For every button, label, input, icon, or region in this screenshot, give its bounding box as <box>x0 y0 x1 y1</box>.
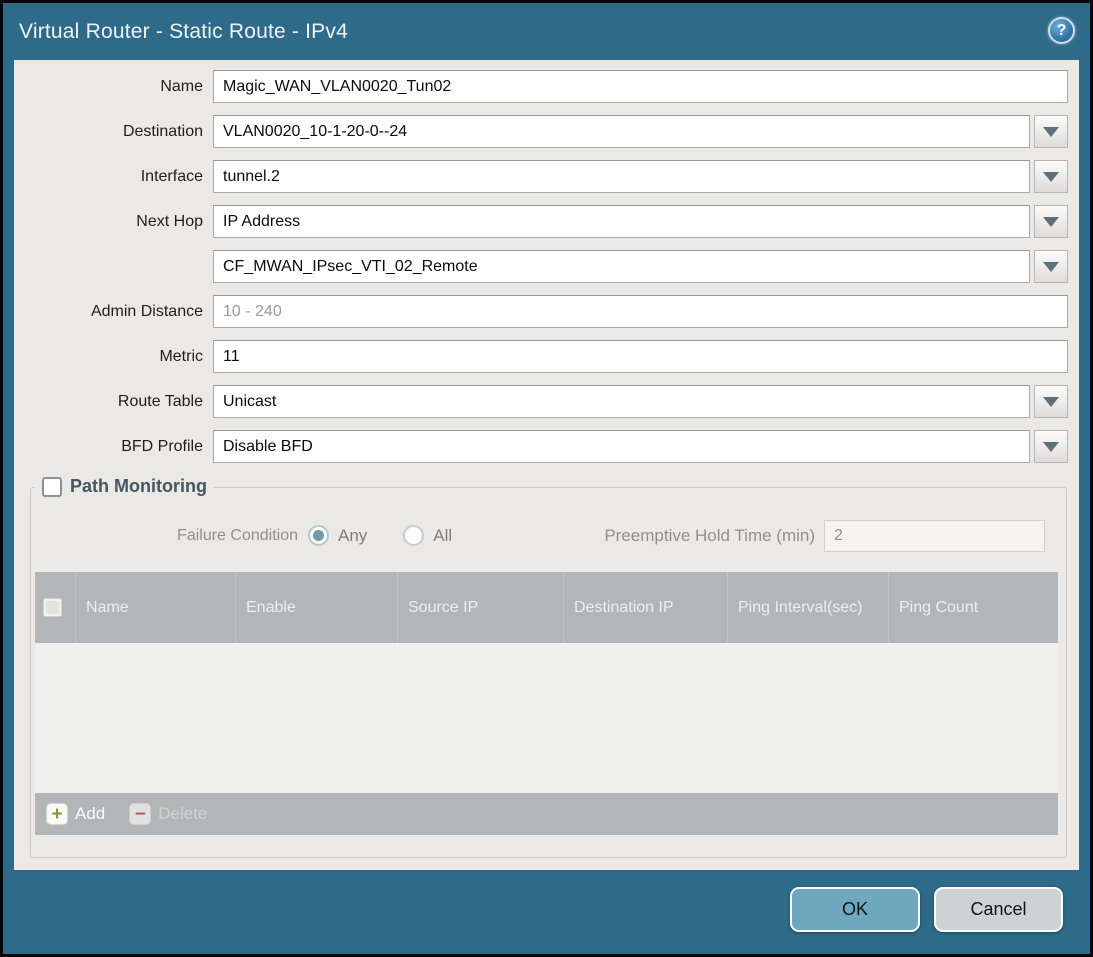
column-header-name[interactable]: Name <box>75 572 235 643</box>
name-label: Name <box>14 78 213 96</box>
bfd-profile-dropdown-button[interactable] <box>1034 430 1068 463</box>
table-toolbar: + Add − Delete <box>35 793 1058 835</box>
destination-label: Destination <box>14 123 213 141</box>
add-button-label: Add <box>75 804 105 824</box>
help-icon[interactable]: ? <box>1048 17 1075 44</box>
chevron-down-icon <box>1043 172 1059 182</box>
delete-button[interactable]: − Delete <box>129 803 207 825</box>
next-hop-address-dropdown-button[interactable] <box>1034 250 1068 283</box>
interface-dropdown-button[interactable] <box>1034 160 1068 193</box>
column-header-source-ip[interactable]: Source IP <box>397 572 563 643</box>
form-row-bfd-profile: BFD Profile <box>14 430 1068 463</box>
next-hop-type-dropdown-button[interactable] <box>1034 205 1068 238</box>
path-monitoring-title: Path Monitoring <box>70 476 207 497</box>
next-hop-address-input[interactable] <box>213 250 1030 283</box>
form-row-next-hop: Next Hop <box>14 205 1068 238</box>
select-all-checkbox[interactable] <box>43 598 62 617</box>
route-table-dropdown-button[interactable] <box>1034 385 1068 418</box>
delete-button-label: Delete <box>158 804 207 824</box>
chevron-down-icon <box>1043 127 1059 137</box>
failure-condition-row: Failure Condition Any All Preemptive Hol… <box>31 519 1066 552</box>
chevron-down-icon <box>1043 262 1059 272</box>
metric-label: Metric <box>14 348 213 366</box>
ok-button[interactable]: OK <box>790 887 920 932</box>
cancel-button[interactable]: Cancel <box>934 887 1063 932</box>
failure-condition-label: Failure Condition <box>31 527 308 545</box>
radio-any[interactable] <box>308 525 329 546</box>
chevron-down-icon <box>1043 442 1059 452</box>
name-input[interactable] <box>213 70 1068 103</box>
dialog-window: Virtual Router - Static Route - IPv4 ? N… <box>0 0 1093 957</box>
route-table-input[interactable] <box>213 385 1030 418</box>
form-row-interface: Interface <box>14 160 1068 193</box>
dialog-content: Name Destination Interface <box>14 60 1079 870</box>
radio-dot <box>313 530 324 541</box>
radio-any-label: Any <box>338 526 367 546</box>
preemptive-hold-time-label: Preemptive Hold Time (min) <box>604 526 824 546</box>
radio-dot <box>408 530 419 541</box>
admin-distance-input[interactable] <box>213 295 1068 328</box>
destination-dropdown-button[interactable] <box>1034 115 1068 148</box>
delete-minus-icon: − <box>129 803 151 825</box>
next-hop-type-input[interactable] <box>213 205 1030 238</box>
table-body-empty <box>35 643 1058 793</box>
form-row-metric: Metric <box>14 340 1068 373</box>
route-table-label: Route Table <box>14 393 213 411</box>
path-monitoring-section: Path Monitoring Failure Condition Any Al… <box>30 487 1067 858</box>
preemptive-hold-time-input[interactable] <box>824 520 1045 552</box>
path-monitoring-table: Name Enable Source IP Destination IP Pin… <box>35 572 1058 835</box>
radio-all[interactable] <box>403 525 424 546</box>
dialog-title: Virtual Router - Static Route - IPv4 <box>19 20 348 44</box>
chevron-down-icon <box>1043 217 1059 227</box>
interface-label: Interface <box>14 168 213 186</box>
form-row-admin-distance: Admin Distance <box>14 295 1068 328</box>
form-row-destination: Destination <box>14 115 1068 148</box>
column-header-ping-interval[interactable]: Ping Interval(sec) <box>727 572 888 643</box>
column-header-ping-count[interactable]: Ping Count <box>888 572 1058 643</box>
virtual-router-static-route-dialog: Virtual Router - Static Route - IPv4 ? N… <box>3 3 1090 954</box>
add-button[interactable]: + Add <box>46 803 129 825</box>
metric-input[interactable] <box>213 340 1068 373</box>
dialog-footer: OK Cancel <box>3 870 1090 954</box>
add-plus-icon: + <box>46 803 68 825</box>
next-hop-label: Next Hop <box>14 213 213 231</box>
select-all-column <box>35 572 75 643</box>
column-header-enable[interactable]: Enable <box>235 572 397 643</box>
column-header-destination-ip[interactable]: Destination IP <box>563 572 727 643</box>
bfd-profile-label: BFD Profile <box>14 438 213 456</box>
form-row-next-hop-address <box>14 250 1068 283</box>
admin-distance-label: Admin Distance <box>14 303 213 321</box>
radio-all-label: All <box>433 526 452 546</box>
destination-input[interactable] <box>213 115 1030 148</box>
form-row-route-table: Route Table <box>14 385 1068 418</box>
form-row-name: Name <box>14 70 1068 103</box>
path-monitoring-checkbox[interactable] <box>42 477 62 497</box>
interface-input[interactable] <box>213 160 1030 193</box>
chevron-down-icon <box>1043 397 1059 407</box>
table-header-row: Name Enable Source IP Destination IP Pin… <box>35 572 1058 643</box>
bfd-profile-input[interactable] <box>213 430 1030 463</box>
titlebar: Virtual Router - Static Route - IPv4 ? <box>3 3 1090 60</box>
path-monitoring-legend: Path Monitoring <box>35 476 214 497</box>
